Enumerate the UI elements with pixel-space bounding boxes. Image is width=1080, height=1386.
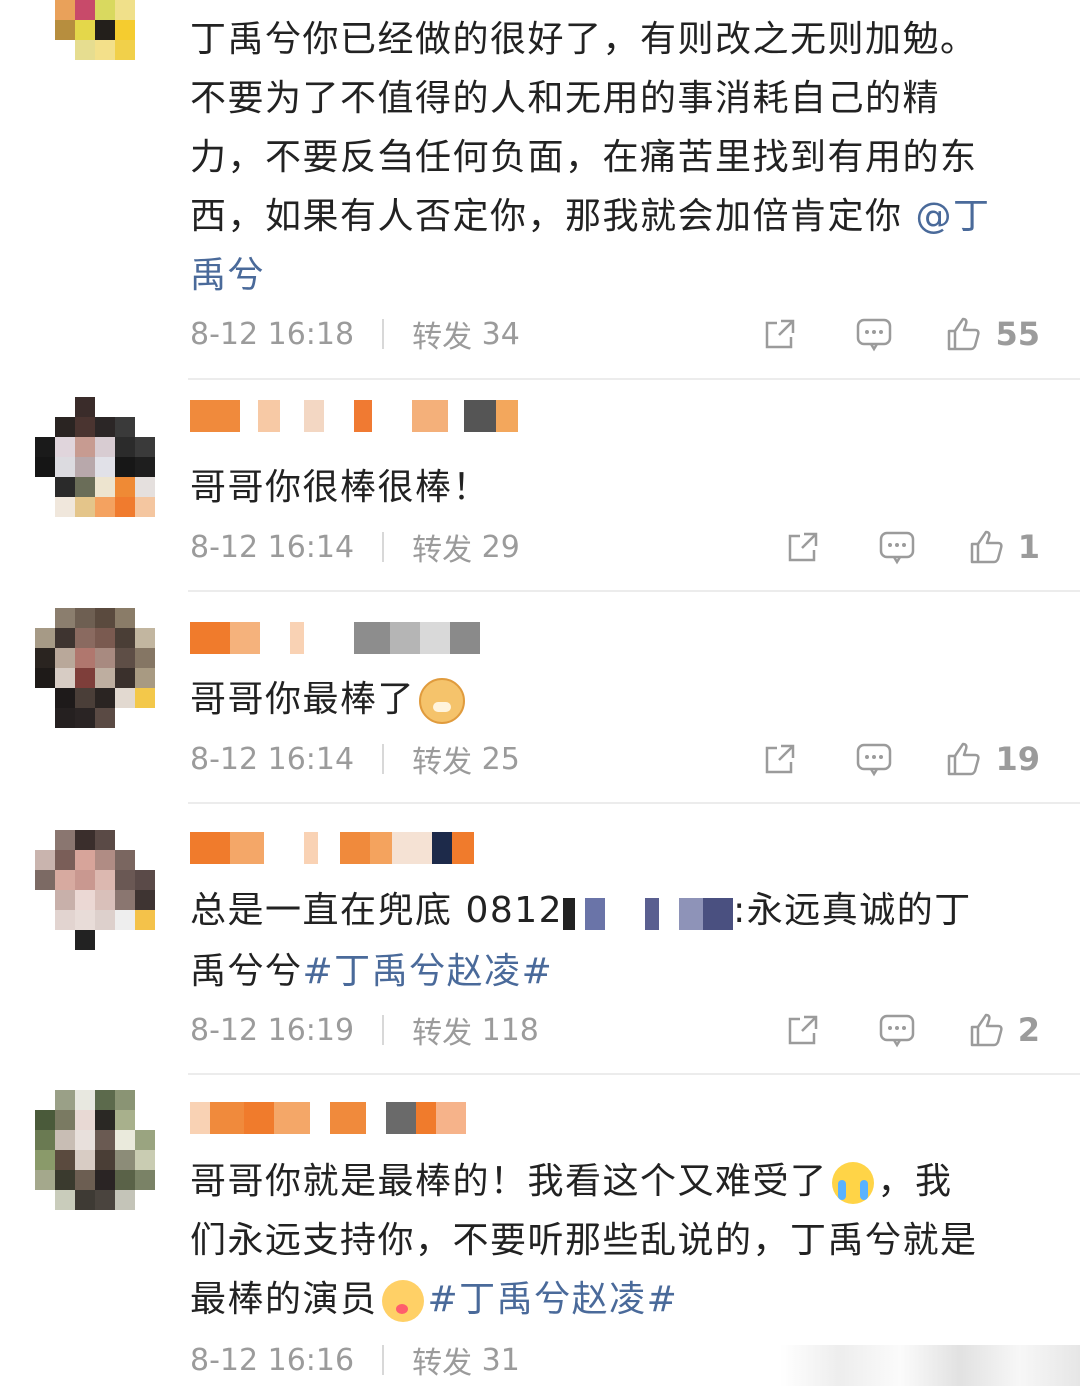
comment-actions: 19 — [761, 739, 1040, 779]
like-icon — [968, 1011, 1006, 1049]
comment-meta: 8-12 16:14 转发 25 — [190, 737, 520, 781]
repost-label[interactable]: 转发 — [412, 525, 472, 569]
like-count: 2 — [1017, 1011, 1040, 1049]
text-line: 禹兮兮#丁禹兮赵凌# — [190, 950, 554, 992]
comment-icon[interactable] — [855, 740, 893, 778]
text-line: 哥哥你就是最棒的！我看这个又难受了 ，我 — [190, 1161, 953, 1204]
repost-count: 31 — [481, 1342, 520, 1378]
hashtag-link[interactable]: #丁禹兮赵凌# — [428, 1279, 679, 1320]
comment-meta: 8-12 16:16 转发 31 — [190, 1338, 520, 1382]
dog-emoji — [419, 678, 466, 724]
comment-icon[interactable] — [878, 1011, 916, 1049]
repost-count: 25 — [481, 741, 520, 777]
divider — [188, 590, 1080, 592]
text-line: 丁禹兮你已经做的很好了，有则改之无则加勉。 — [190, 19, 978, 60]
repost-count: 29 — [481, 529, 520, 565]
share-icon[interactable] — [784, 1011, 822, 1049]
repost-label[interactable]: 转发 — [412, 1008, 472, 1052]
avatar[interactable] — [35, 397, 155, 517]
repost-label[interactable]: 转发 — [412, 737, 472, 781]
avatar[interactable] — [35, 1090, 155, 1210]
crying-emoji — [831, 1162, 874, 1204]
like-count: 55 — [995, 315, 1040, 353]
username-redacted[interactable] — [190, 1100, 466, 1136]
separator — [382, 319, 385, 349]
comment-meta: 8-12 16:18 转发 34 — [190, 312, 520, 356]
text-line: 不要为了不值得的人和无用的事消耗自己的精 — [190, 78, 941, 119]
timestamp: 8-12 16:18 — [190, 316, 355, 352]
divider — [188, 378, 1080, 380]
comment-icon[interactable] — [855, 315, 893, 353]
avatar[interactable] — [35, 608, 155, 728]
like-button[interactable]: 19 — [945, 740, 1040, 778]
text-line: 总是一直在兜底 0812:永远真诚的丁 — [190, 881, 1040, 942]
repost-label[interactable]: 转发 — [412, 312, 472, 356]
comment-text: 哥哥你就是最棒的！我看这个又难受了 ，我 们永远支持你，不要听那些乱说的，丁禹兮就… — [190, 1152, 1040, 1329]
comment-text: 哥哥你很棒很棒！ — [190, 467, 491, 508]
comment-meta: 8-12 16:19 转发 118 — [190, 1008, 539, 1052]
text-line: 西，如果有人否定你，那我就会加倍肯定你 @丁 — [190, 196, 991, 237]
comment-actions: 1 — [784, 527, 1040, 567]
repost-count: 118 — [481, 1012, 539, 1048]
hashtag-link[interactable]: #丁禹兮赵凌# — [303, 951, 554, 992]
avatar[interactable] — [35, 830, 155, 950]
comment-actions: 55 — [761, 314, 1040, 354]
comment-text: 丁禹兮你已经做的很好了，有则改之无则加勉。 不要为了不值得的人和无用的事消耗自己… — [190, 10, 1040, 305]
username-redacted[interactable] — [190, 620, 480, 656]
like-icon — [945, 740, 983, 778]
comment-icon[interactable] — [878, 528, 916, 566]
like-icon — [968, 528, 1006, 566]
like-button[interactable]: 1 — [968, 528, 1040, 566]
comment-meta: 8-12 16:14 转发 29 — [190, 525, 520, 569]
timestamp: 8-12 16:19 — [190, 1012, 355, 1048]
like-button[interactable]: 55 — [945, 315, 1040, 353]
comment-text: 哥哥你最棒了 — [190, 670, 1040, 729]
blush-emoji — [381, 1280, 424, 1322]
text-line: 最棒的演员 #丁禹兮赵凌# — [190, 1279, 679, 1322]
like-count: 19 — [995, 740, 1040, 778]
like-count: 1 — [1017, 528, 1040, 566]
username-redacted[interactable] — [190, 830, 474, 866]
redacted-block — [563, 883, 734, 942]
username-redacted[interactable] — [190, 398, 518, 434]
timestamp: 8-12 16:14 — [190, 741, 355, 777]
like-icon — [945, 315, 983, 353]
timestamp: 8-12 16:16 — [190, 1342, 355, 1378]
repost-label[interactable]: 转发 — [412, 1338, 472, 1382]
comment-actions: 2 — [784, 1010, 1040, 1050]
separator — [382, 532, 385, 562]
share-icon[interactable] — [761, 315, 799, 353]
avatar[interactable] — [35, 0, 155, 80]
like-button[interactable]: 2 — [968, 1011, 1040, 1049]
text-line: 力，不要反刍任何负面，在痛苦里找到有用的东 — [190, 137, 978, 178]
watermark-blur — [780, 1345, 1080, 1386]
separator — [382, 744, 385, 774]
comment-text: 总是一直在兜底 0812:永远真诚的丁 禹兮兮#丁禹兮赵凌# — [190, 881, 1040, 1001]
separator — [382, 1345, 385, 1375]
mention-link-tail[interactable]: 禹兮 — [190, 246, 1040, 305]
text-line: 们永远支持你，不要听那些乱说的，丁禹兮就是 — [190, 1220, 978, 1261]
mention-link[interactable]: @丁 — [915, 196, 990, 237]
separator — [382, 1015, 385, 1045]
divider — [188, 802, 1080, 804]
repost-count: 34 — [481, 316, 520, 352]
timestamp: 8-12 16:14 — [190, 529, 355, 565]
share-icon[interactable] — [761, 740, 799, 778]
divider — [188, 1073, 1080, 1075]
share-icon[interactable] — [784, 528, 822, 566]
